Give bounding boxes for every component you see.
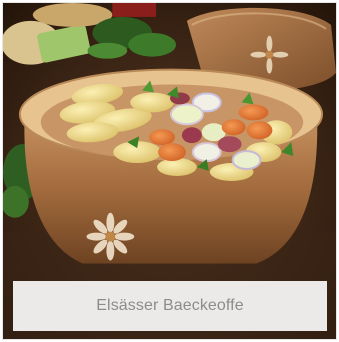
recipe-card[interactable]: Elsässer Baeckeoffe [2, 2, 337, 340]
recipe-title: Elsässer Baeckeoffe [96, 297, 244, 314]
recipe-title-caption[interactable]: Elsässer Baeckeoffe [13, 281, 327, 331]
